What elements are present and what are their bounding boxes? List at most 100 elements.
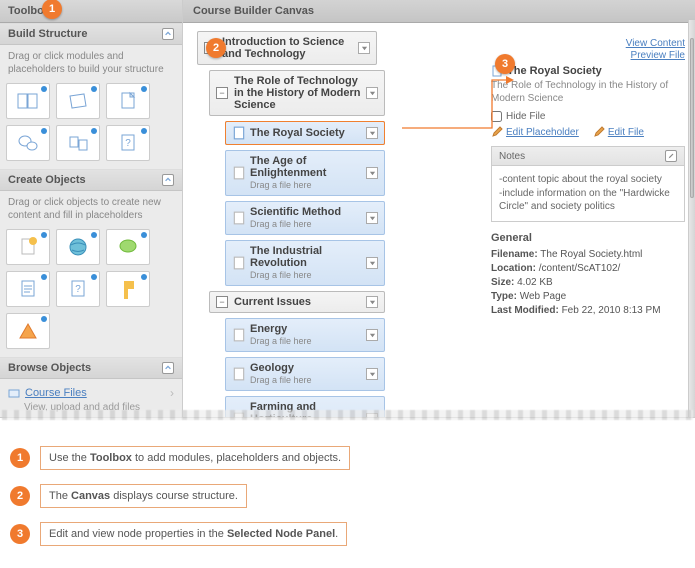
new-question-icon[interactable]: ? [56, 271, 100, 307]
general-heading: General [491, 232, 685, 244]
page-icon [232, 328, 246, 342]
create-objects-desc: Drag or click objects to create new cont… [0, 191, 182, 225]
connector-line [402, 120, 522, 140]
build-icons: ? [0, 79, 182, 169]
topic-label: The Industrial RevolutionDrag a file her… [250, 245, 362, 281]
page-icon [232, 126, 246, 140]
callout-text: The Canvas displays course structure. [40, 484, 247, 508]
page-icon [232, 166, 246, 180]
module-group-icon[interactable] [56, 125, 100, 161]
callout-3: 3 Edit and view node properties in the S… [10, 522, 685, 546]
callout-number: 1 [10, 448, 30, 468]
toolbox-pane: Toolbox Build Structure Drag or click mo… [0, 0, 183, 417]
notes-header: Notes [492, 147, 684, 166]
module-page-icon[interactable] [106, 83, 150, 119]
notes-box: Notes -content topic about the royal soc… [491, 146, 685, 222]
marker-3: 3 [495, 54, 515, 74]
panel-title-row: The Royal Society [491, 65, 685, 77]
new-doc-icon[interactable] [6, 271, 50, 307]
browse-objects-header[interactable]: Browse Objects [0, 357, 182, 379]
panel-subtitle: The Role of Technology in the History of… [491, 79, 685, 105]
module-question-icon[interactable]: ? [106, 125, 150, 161]
browse-link[interactable]: Course Files [25, 387, 87, 399]
dropdown-icon[interactable] [366, 212, 378, 224]
general-filename: Filename: The Royal Society.html [491, 249, 685, 260]
collapse-toggle[interactable]: − [216, 296, 228, 308]
edit-file-link[interactable]: Edit File [593, 126, 644, 138]
callout-text: Edit and view node properties in the Sel… [40, 522, 347, 546]
page-icon [232, 367, 246, 381]
browse-objects-label: Browse Objects [8, 362, 91, 374]
build-structure-header[interactable]: Build Structure [0, 23, 182, 45]
build-structure-label: Build Structure [8, 28, 87, 40]
notes-body[interactable]: -content topic about the royal society -… [492, 166, 684, 221]
module-label: The Role of Technology in the History of… [234, 75, 362, 111]
new-triangle-icon[interactable] [6, 313, 50, 349]
dropdown-icon[interactable] [366, 368, 378, 380]
page-icon [232, 211, 246, 225]
topic-geology[interactable]: GeologyDrag a file here [225, 357, 385, 391]
page-icon [232, 256, 246, 270]
topic-energy[interactable]: EnergyDrag a file here [225, 318, 385, 352]
callout-number: 2 [10, 486, 30, 506]
topic-enlightenment[interactable]: The Age of EnlightenmentDrag a file here [225, 150, 385, 196]
folder-icon [8, 387, 20, 399]
build-structure-desc: Drag or click modules and placeholders t… [0, 45, 182, 79]
dropdown-icon[interactable] [366, 257, 378, 269]
module-book-icon[interactable] [6, 83, 50, 119]
callouts: 1 Use the Toolbox to add modules, placeh… [0, 426, 695, 568]
notes-edit-icon[interactable] [665, 150, 677, 162]
new-globe-icon[interactable] [56, 229, 100, 265]
module-1[interactable]: − The Role of Technology in the History … [209, 70, 385, 116]
dropdown-icon[interactable] [366, 329, 378, 341]
topic-label: GeologyDrag a file here [250, 362, 362, 386]
preview-file-link[interactable]: Preview File [631, 50, 685, 61]
callout-number: 3 [10, 524, 30, 544]
callout-2: 2 The Canvas displays course structure. [10, 484, 685, 508]
marker-1: 1 [42, 0, 62, 19]
dropdown-icon[interactable] [366, 296, 378, 308]
general-location: Location: /content/ScAT102/ [491, 263, 685, 274]
topic-royal-society[interactable]: The Royal Society [225, 121, 385, 145]
module-chat-icon[interactable] [6, 125, 50, 161]
marker-2: 2 [206, 38, 226, 58]
module-2[interactable]: − Current Issues [209, 291, 385, 313]
canvas-pane: Course Builder Canvas − Introduction to … [183, 0, 695, 417]
topic-scientific-method[interactable]: Scientific MethodDrag a file here [225, 201, 385, 235]
general-size: Size: 4.02 KB [491, 277, 685, 288]
dropdown-icon[interactable] [358, 42, 370, 54]
general-modified: Last Modified: Feb 22, 2010 8:13 PM [491, 305, 685, 316]
torn-edge [2, 410, 693, 420]
create-icons: ? [0, 225, 182, 357]
canvas-header: Course Builder Canvas [183, 0, 695, 23]
selected-node-panel: View Content Preview File The Royal Soci… [491, 31, 685, 418]
chevron-right-icon: › [170, 386, 174, 400]
new-chat-icon[interactable] [106, 229, 150, 265]
view-content-link[interactable]: View Content [626, 38, 685, 49]
create-objects-label: Create Objects [8, 174, 86, 186]
topic-label: The Royal Society [250, 127, 362, 139]
topic-industrial-revolution[interactable]: The Industrial RevolutionDrag a file her… [225, 240, 385, 286]
pencil-icon [593, 126, 605, 138]
create-objects-header[interactable]: Create Objects [0, 169, 182, 191]
callout-1: 1 Use the Toolbox to add modules, placeh… [10, 446, 685, 470]
svg-text:?: ? [75, 284, 81, 295]
collapse-icon[interactable] [162, 362, 174, 374]
notes-title: Notes [499, 151, 525, 162]
collapse-toggle[interactable]: − [216, 87, 228, 99]
collapse-icon[interactable] [162, 28, 174, 40]
new-flag-icon[interactable] [106, 271, 150, 307]
topic-label: The Age of EnlightenmentDrag a file here [250, 155, 362, 191]
collapse-icon[interactable] [162, 174, 174, 186]
module-link-icon[interactable] [56, 83, 100, 119]
dropdown-icon[interactable] [366, 127, 378, 139]
root-label: Introduction to Science and Technology [222, 36, 354, 60]
module-label: Current Issues [234, 296, 362, 308]
toolbox-header: Toolbox [0, 0, 182, 23]
dropdown-icon[interactable] [366, 167, 378, 179]
svg-text:?: ? [125, 138, 131, 149]
topic-label: EnergyDrag a file here [250, 323, 362, 347]
dropdown-icon[interactable] [366, 87, 378, 99]
general-type: Type: Web Page [491, 291, 685, 302]
new-file-icon[interactable] [6, 229, 50, 265]
